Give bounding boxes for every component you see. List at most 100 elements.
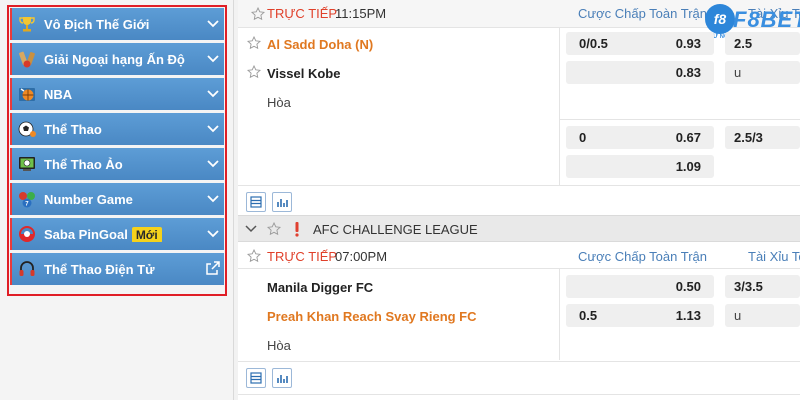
sidebar-item-saba-pingoal[interactable]: Saba PinGoal Mới <box>10 218 224 250</box>
sidebar-item-virtual-sports[interactable]: Thể Thao Ảo <box>10 148 224 180</box>
match-time: 07:00PM <box>335 249 388 264</box>
sidebar-item-label: NBA <box>44 86 73 102</box>
odds-value: 1.09 <box>675 159 701 174</box>
overunder-line: 3/3.5 <box>734 279 763 294</box>
sidebar-item-sports[interactable]: Thể Thao <box>10 113 224 145</box>
under-label: u <box>734 65 742 80</box>
handicap-line: 0 <box>579 130 587 145</box>
chevron-down-icon[interactable] <box>245 224 257 234</box>
bar-chart-icon <box>277 199 288 207</box>
handicap-column-header: Cược Chấp Toàn Trận <box>578 6 707 21</box>
sidebar-item-label: Number Game <box>44 191 133 207</box>
headset-icon <box>16 258 38 280</box>
star-icon[interactable] <box>247 65 261 79</box>
sidebar-item-nba[interactable]: NBA <box>10 78 224 110</box>
stats-button[interactable] <box>272 192 292 212</box>
star-icon[interactable] <box>251 7 265 21</box>
sidebar-item-label: Thể Thao <box>44 121 102 137</box>
overunder-odds-cell[interactable]: u <box>725 61 800 84</box>
overunder-line: 2.5 <box>734 36 753 51</box>
chevron-down-icon[interactable] <box>206 86 220 100</box>
stats-button[interactable] <box>272 368 292 388</box>
list-icon <box>250 196 262 208</box>
odds-value: 0.50 <box>675 279 701 294</box>
soccer-ball-icon <box>16 118 38 140</box>
basketball-icon <box>16 83 38 105</box>
logo-mark: f8 <box>705 4 735 34</box>
list-view-button[interactable] <box>246 368 266 388</box>
handicap-line: 0.5 <box>579 308 598 323</box>
home-team-name[interactable]: Manila Digger FC <box>267 280 373 295</box>
star-icon[interactable] <box>267 222 281 236</box>
trophy-icon <box>16 13 38 35</box>
row-divider <box>238 394 800 395</box>
overunder-line: 2.5/3 <box>734 130 763 145</box>
sidebar-item-world-cup[interactable]: Vô Địch Thế Giới <box>10 8 224 40</box>
saba-icon <box>16 223 38 245</box>
chevron-down-icon[interactable] <box>206 226 220 240</box>
chevron-down-icon[interactable] <box>206 51 220 65</box>
row-divider <box>238 361 800 362</box>
handicap-odds-cell[interactable]: 0.50 <box>566 275 714 298</box>
sidebar: Vô Địch Thế Giới Giải Ngoại hạng Ấn Độ N… <box>0 0 234 400</box>
new-badge: Mới <box>131 226 162 242</box>
home-team-name[interactable]: Al Sadd Doha (N) <box>267 37 373 52</box>
handicap-odds-cell[interactable]: 1.09 <box>566 155 714 178</box>
row-divider <box>238 268 800 269</box>
cricket-icon <box>16 48 38 70</box>
star-icon[interactable] <box>247 249 261 263</box>
odds-value: 1.13 <box>675 308 701 323</box>
sidebar-highlight-frame: Vô Địch Thế Giới Giải Ngoại hạng Ấn Độ N… <box>7 5 227 296</box>
live-label: TRỰC TIẾP <box>267 6 338 21</box>
overunder-odds-cell[interactable]: u <box>725 304 800 327</box>
match-time: 11:15PM <box>335 6 387 21</box>
odds-value: 0.67 <box>675 130 701 145</box>
handicap-odds-cell[interactable]: 0/0.5 0.93 <box>566 32 714 55</box>
virtual-sports-icon <box>16 153 38 175</box>
list-view-button[interactable] <box>246 192 266 212</box>
chevron-down-icon[interactable] <box>206 121 220 135</box>
sidebar-item-esports[interactable]: Thể Thao Điện Tử <box>10 253 224 285</box>
sidebar-item-label: Giải Ngoại hạng Ấn Độ <box>44 51 185 67</box>
external-link-icon[interactable] <box>206 261 220 275</box>
under-label: u <box>734 308 742 323</box>
handicap-odds-cell[interactable]: 0.83 <box>566 61 714 84</box>
bar-chart-icon <box>277 375 288 383</box>
list-icon <box>250 372 262 384</box>
overunder-odds-cell[interactable]: 2.5 <box>725 32 800 55</box>
odds-panel: TRỰC TIẾP 11:15PM Cược Chấp Toàn Trận Tà… <box>238 0 800 400</box>
overunder-odds-cell[interactable]: 3/3.5 <box>725 275 800 298</box>
sidebar-item-label: Thể Thao Điện Tử <box>44 261 155 277</box>
column-divider <box>559 28 560 185</box>
odds-value: 0.83 <box>675 65 701 80</box>
league-name: AFC CHALLENGE LEAGUE <box>313 222 478 237</box>
exclamation-icon <box>295 222 299 237</box>
sidebar-item-number-game[interactable]: 7 Number Game <box>10 183 224 215</box>
column-divider <box>559 268 560 360</box>
number-balls-icon: 7 <box>16 188 38 210</box>
sidebar-item-label: Saba PinGoal Mới <box>44 226 224 242</box>
handicap-line: 0/0.5 <box>579 36 608 51</box>
row-divider <box>238 185 800 186</box>
chevron-down-icon[interactable] <box>206 16 220 30</box>
away-team-name[interactable]: Vissel Kobe <box>267 66 340 81</box>
sidebar-item-label: Thể Thao Ảo <box>44 156 123 172</box>
live-label: TRỰC TIẾP <box>267 249 338 264</box>
chevron-down-icon[interactable] <box>206 156 220 170</box>
league-header[interactable]: AFC CHALLENGE LEAGUE <box>238 215 800 242</box>
handicap-odds-cell[interactable]: 0 0.67 <box>566 126 714 149</box>
sidebar-item-indian-premier-league[interactable]: Giải Ngoại hạng Ấn Độ <box>10 43 224 75</box>
handicap-column-header: Cược Chấp Toàn Trận <box>578 249 707 264</box>
sidebar-item-label: Vô Địch Thế Giới <box>44 16 150 32</box>
handicap-odds-cell[interactable]: 0.5 1.13 <box>566 304 714 327</box>
row-divider <box>559 119 800 120</box>
draw-label: Hòa <box>267 95 291 110</box>
logo-wordmark: F8BET <box>733 7 800 32</box>
overunder-column-header: Tài Xỉu To <box>748 249 800 264</box>
draw-label: Hòa <box>267 338 291 353</box>
overunder-odds-cell[interactable]: 2.5/3 <box>725 126 800 149</box>
star-icon[interactable] <box>247 36 261 50</box>
odds-value: 0.93 <box>675 36 701 51</box>
away-team-name[interactable]: Preah Khan Reach Svay Rieng FC <box>267 309 477 324</box>
chevron-down-icon[interactable] <box>206 191 220 205</box>
